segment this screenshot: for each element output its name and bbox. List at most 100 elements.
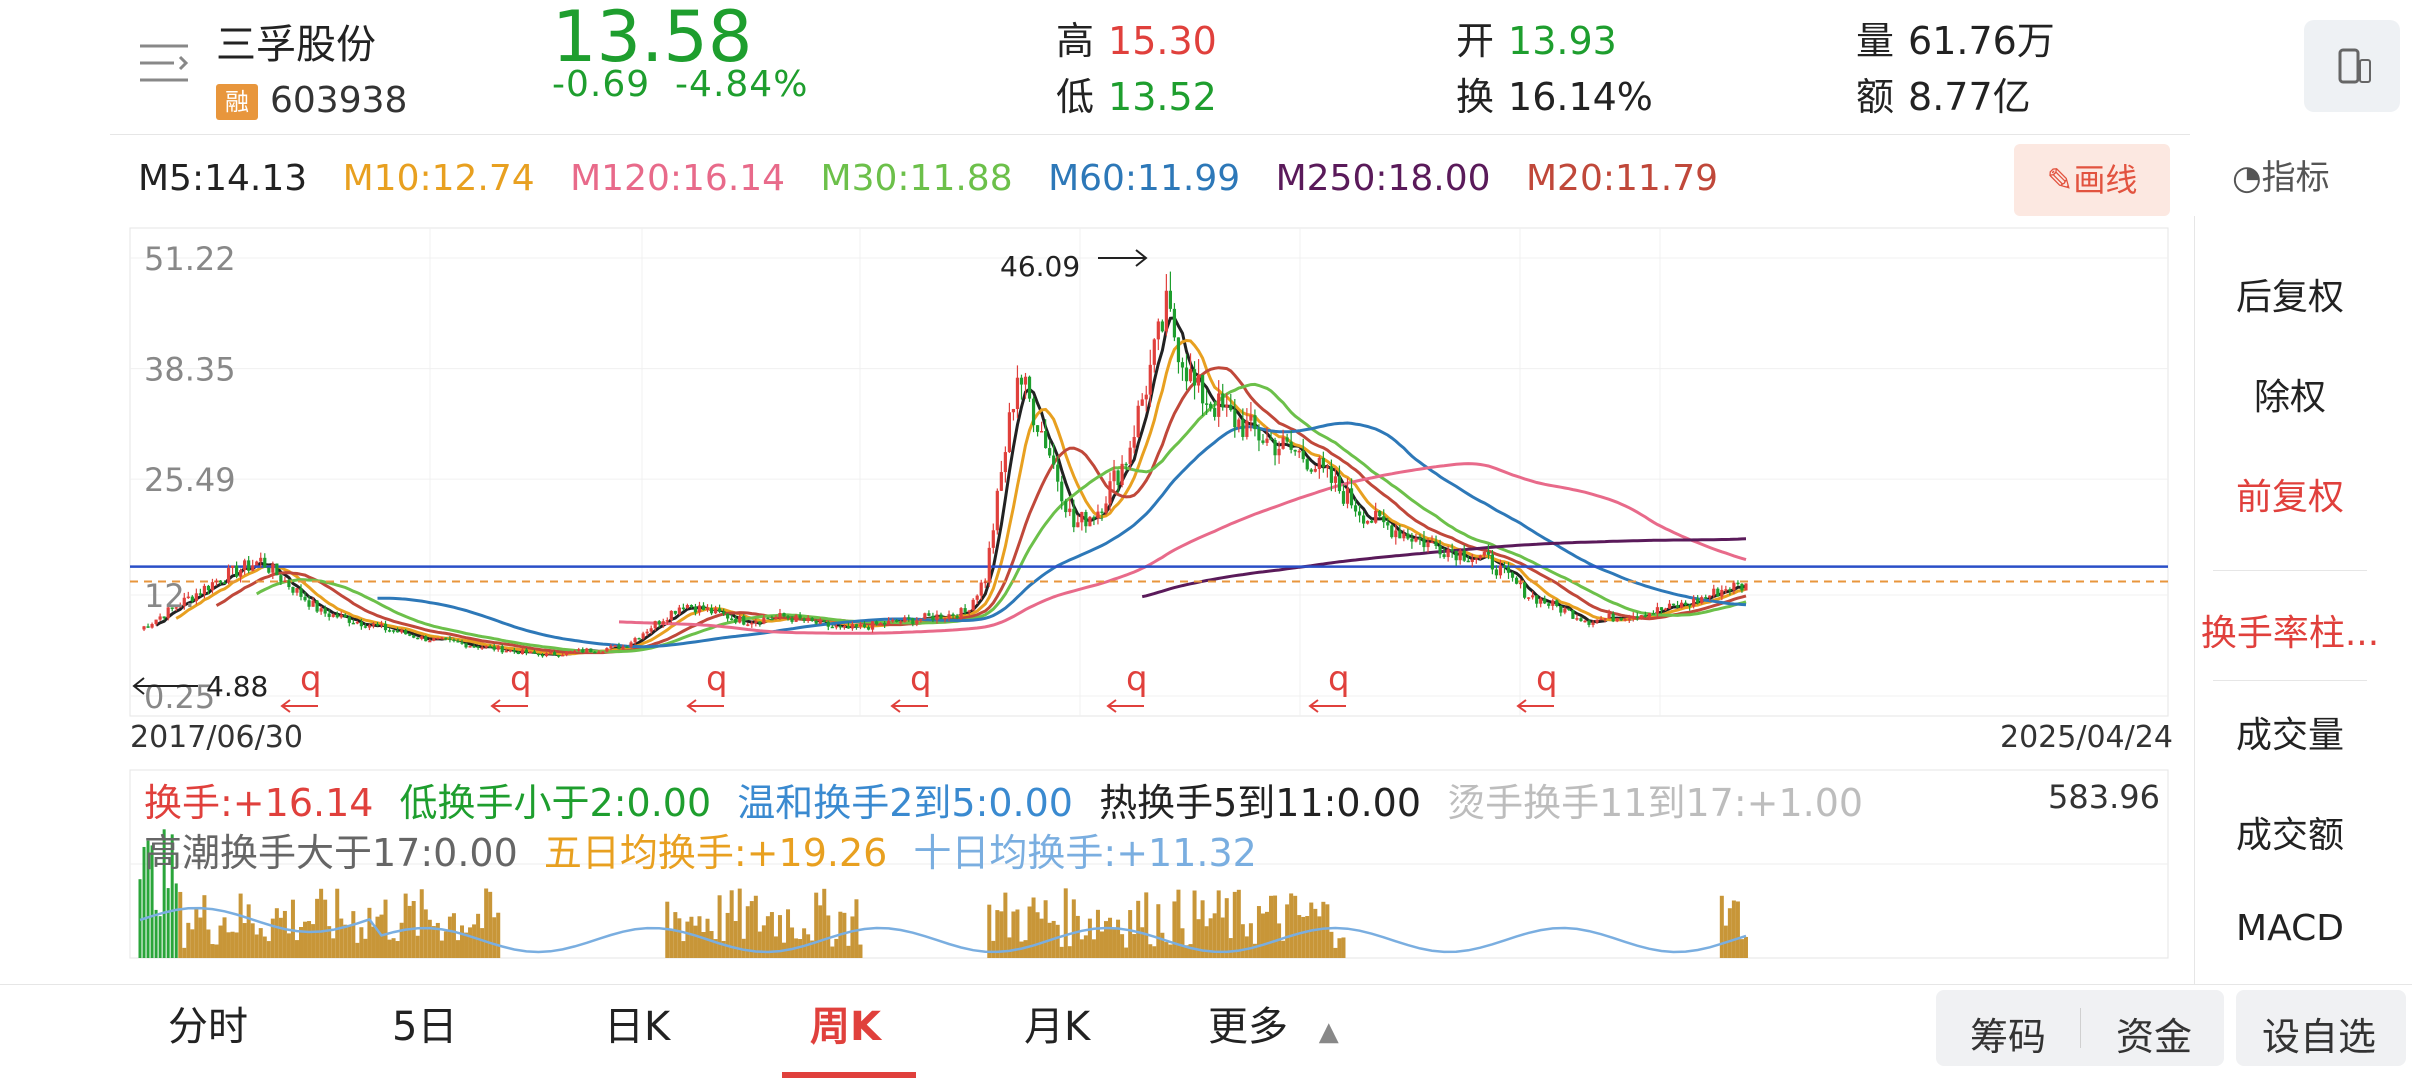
turnover-bar [1719, 895, 1724, 958]
turnover-bar [1297, 915, 1302, 958]
turnover-bar [1244, 936, 1249, 958]
rotate-screen-button[interactable] [2304, 20, 2400, 112]
turnover-bar [222, 917, 227, 958]
turnover-bar [246, 904, 251, 958]
turnover-bar [415, 935, 420, 958]
chips-button[interactable]: 筹码 [1970, 1006, 2046, 1061]
turnover-bar [858, 944, 863, 958]
turnover-bar [315, 898, 320, 958]
turnover-bar [1164, 942, 1169, 958]
turnover-bar [1152, 946, 1157, 958]
turnover-bar [1325, 904, 1330, 958]
turnover-bar [1067, 946, 1072, 958]
tab-weekly-k[interactable]: 周K [810, 994, 881, 1052]
turnover-bar [1727, 908, 1732, 958]
side-item-back-adjusted[interactable]: 后复权 [2195, 268, 2385, 320]
turnover-bar [1341, 937, 1346, 958]
turnover-bar [1160, 932, 1165, 958]
turnover-bar [1176, 889, 1181, 958]
tab-more[interactable]: 更多 ▲ [1208, 994, 1339, 1052]
turnover-bar [753, 895, 758, 958]
side-item-amount[interactable]: 成交额 [2195, 806, 2385, 858]
turnover-bar [476, 913, 481, 958]
turnover-bar [673, 912, 678, 958]
turnover-bar [335, 888, 340, 958]
turnover-bar [689, 916, 694, 958]
turnover-bar [1313, 908, 1318, 958]
turnover-bar [455, 940, 460, 958]
turnover-bar [669, 929, 674, 958]
turnover-bar [375, 916, 380, 958]
turnover-bar [1108, 917, 1113, 958]
legend-hot-turnover: 热换手5到11:0.00 [1099, 781, 1422, 825]
turnover-bar [1003, 892, 1008, 958]
legend-low-turnover: 低换手小于2:0.00 [399, 781, 712, 825]
turnover-bar [202, 895, 207, 958]
active-tab-underline [782, 1072, 916, 1078]
turnover-bar [484, 888, 489, 958]
turnover-bar [1035, 912, 1040, 958]
turnover-bar [363, 938, 368, 958]
side-item-volume[interactable]: 成交量 [2195, 706, 2385, 758]
turnover-bar [339, 918, 344, 958]
turnover-bar [206, 929, 211, 958]
side-item-macd[interactable]: MACD [2195, 908, 2385, 949]
turnover-bar [158, 916, 162, 958]
turnover-bar [403, 893, 408, 958]
turnover-bar [1301, 916, 1306, 958]
add-watchlist-button[interactable]: 设自选 [2236, 990, 2406, 1066]
turnover-bar [391, 938, 396, 958]
turnover-bar [290, 899, 295, 958]
turnover-bar [399, 922, 404, 958]
funds-button[interactable]: 资金 [2116, 1006, 2192, 1061]
turnover-bar [218, 925, 223, 958]
turnover-bar [1289, 893, 1294, 958]
period-tabs: 分时 5日 日K 周K 月K 更多 ▲ 筹码 资金 设自选 [0, 984, 2412, 1080]
turnover-bar [773, 936, 778, 958]
indicator-label: 指标 [2261, 158, 2330, 198]
turnover-bar [1265, 911, 1269, 958]
turnover-bar [460, 925, 464, 958]
turnover-bar [431, 926, 436, 958]
indicator-button[interactable]: ◔指标 [2232, 150, 2330, 199]
turnover-bar [1039, 918, 1044, 958]
turnover-bar [186, 922, 191, 958]
turnover-bar [278, 917, 283, 958]
turnover-bar [1293, 895, 1298, 958]
turnover-bar [234, 932, 239, 958]
tab-daily-k[interactable]: 日K [604, 994, 670, 1052]
turnover-bar [1204, 926, 1209, 958]
side-item-turnover-bars[interactable]: 换手率柱... [2195, 604, 2385, 656]
turnover-bar [182, 947, 187, 958]
turnover-bar [367, 907, 372, 958]
turnover-bar [1071, 899, 1076, 958]
turnover-bar [1172, 901, 1177, 958]
turnover-bar [1743, 936, 1748, 958]
turnover-bar [1333, 947, 1338, 958]
legend-scorching-turnover: 烫手换手11到17:+1.00 [1447, 781, 1864, 825]
turnover-bar [834, 938, 839, 958]
turnover-bar [154, 909, 158, 958]
turnover-bar [294, 940, 299, 958]
turnover-bar [1043, 900, 1048, 958]
turnover-bar [1317, 916, 1322, 958]
tab-intraday[interactable]: 分时 [168, 994, 248, 1052]
turnover-bar [1128, 910, 1133, 958]
tab-more-label: 更多 [1208, 1004, 1288, 1050]
tab-5day[interactable]: 5日 [392, 994, 457, 1052]
turnover-bar [757, 931, 762, 958]
turnover-bar [685, 921, 690, 958]
turnover-bar [1228, 938, 1233, 958]
turnover-bar [447, 916, 452, 958]
side-item-forward-adjusted[interactable]: 前复权 [2195, 468, 2385, 520]
turnover-bar [1132, 934, 1137, 958]
turnover-bar [1083, 935, 1088, 958]
side-item-ex-rights[interactable]: 除权 [2195, 368, 2385, 420]
tab-monthly-k[interactable]: 月K [1024, 994, 1090, 1052]
turnover-bar [178, 891, 183, 958]
turnover-bar [210, 944, 215, 958]
turnover-bar [238, 893, 243, 958]
turnover-bar [1196, 919, 1201, 958]
turnover-bar [790, 927, 795, 958]
turnover-bar [351, 911, 356, 958]
